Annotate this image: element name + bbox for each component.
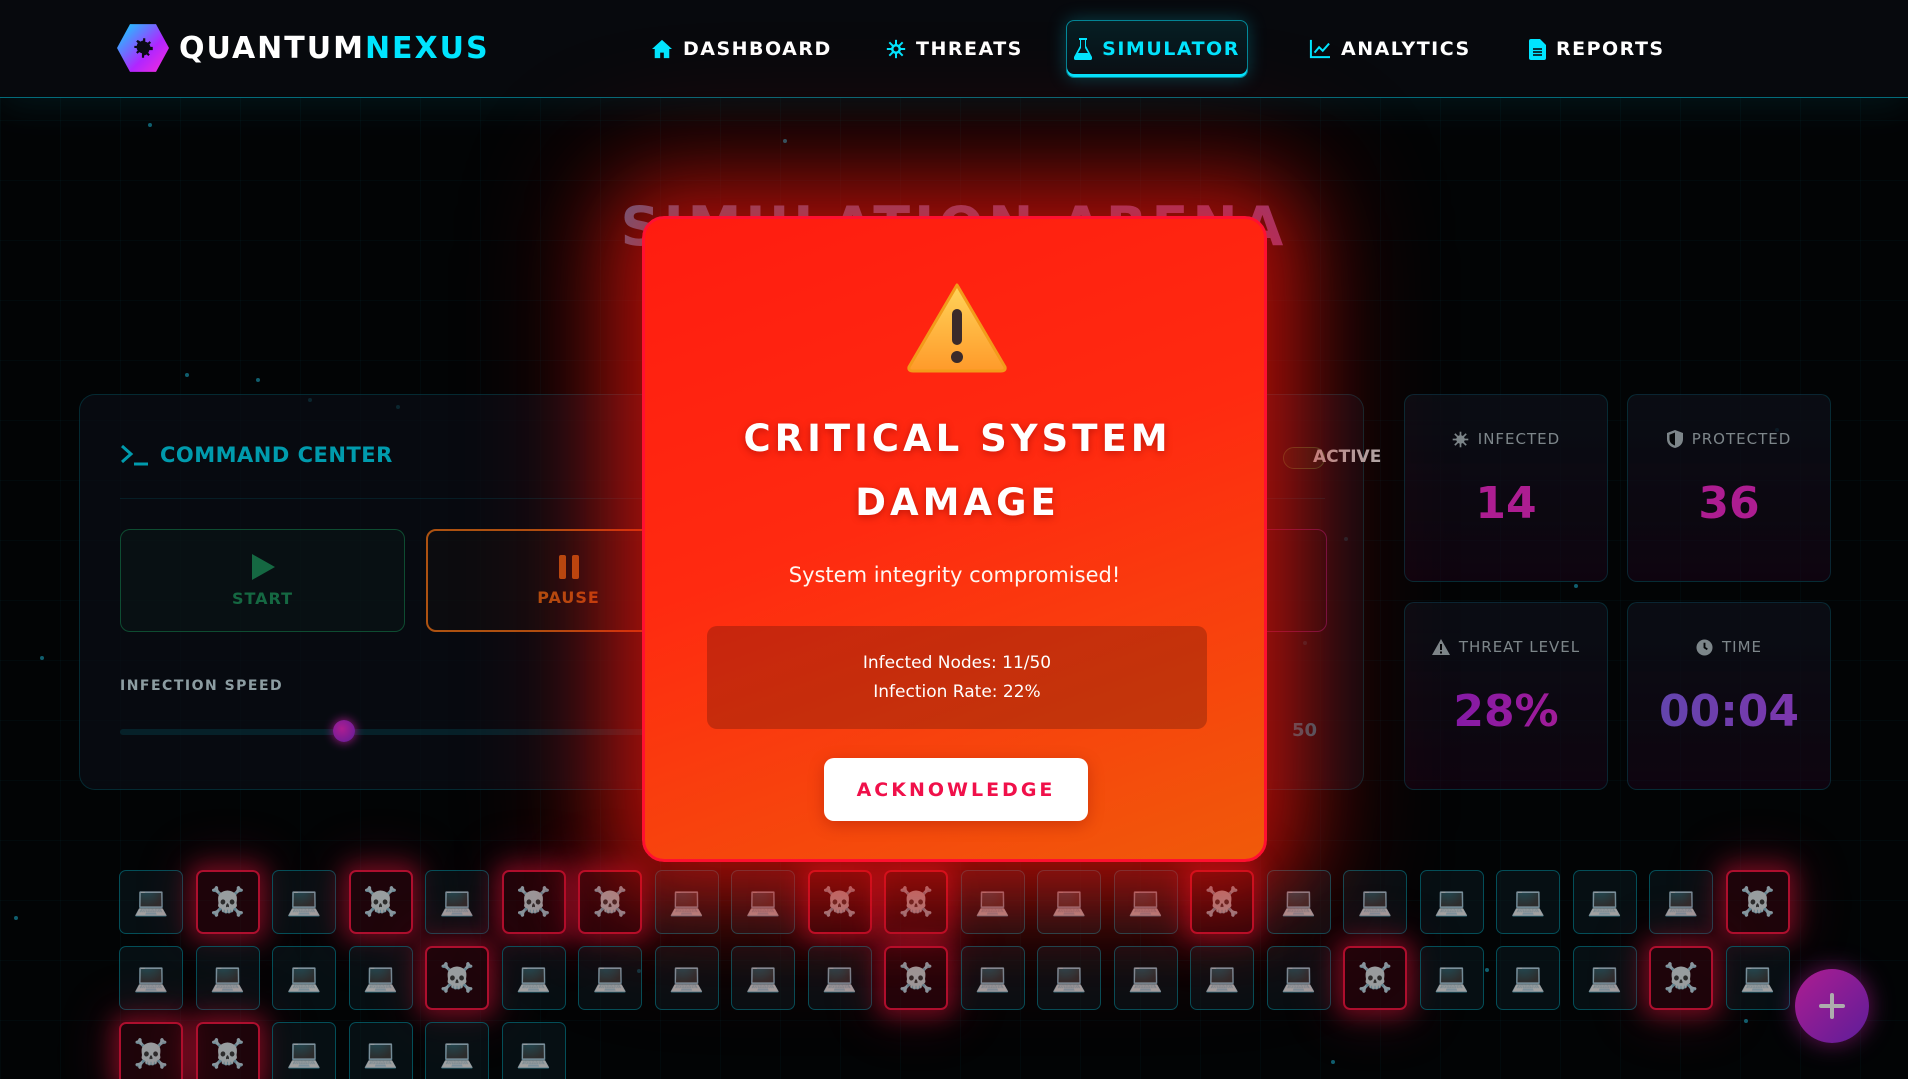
document-icon <box>1529 38 1546 60</box>
nav-simulator[interactable]: SIMULATOR <box>1066 20 1248 78</box>
brand-name-part2: NEXUS <box>364 30 490 66</box>
nav-analytics[interactable]: ANALYTICS <box>1291 20 1489 78</box>
virus-icon <box>886 39 906 59</box>
nav-reports[interactable]: REPORTS <box>1511 20 1683 78</box>
brand-name-part1: QUANTUM <box>179 30 365 66</box>
modal-message: System integrity compromised! <box>788 563 1121 587</box>
infection-rate-text: Infection Rate: 22% <box>873 682 1041 702</box>
nav-threats[interactable]: THREATS <box>868 20 1041 78</box>
modal-title: CRITICAL SYSTEM DAMAGE <box>685 407 1230 535</box>
nav-simulator-label: SIMULATOR <box>1102 38 1240 60</box>
nav-analytics-label: ANALYTICS <box>1341 38 1471 60</box>
top-nav: QUANTUMNEXUS DASHBOARD THREATS SIMULATOR… <box>0 0 1908 98</box>
flask-icon <box>1074 38 1093 60</box>
acknowledge-button[interactable]: ACKNOWLEDGE <box>824 758 1088 821</box>
warning-icon <box>905 281 1009 377</box>
modal-title-line1: CRITICAL SYSTEM <box>743 417 1172 460</box>
modal-info-box: Infected Nodes: 11/50 Infection Rate: 22… <box>707 626 1207 729</box>
nav-dashboard-label: DASHBOARD <box>683 38 832 60</box>
brand-logo[interactable]: QUANTUMNEXUS <box>117 22 490 74</box>
modal-title-line2: DAMAGE <box>855 481 1060 524</box>
critical-damage-modal: CRITICAL SYSTEM DAMAGE System integrity … <box>642 216 1267 862</box>
nav-threats-label: THREATS <box>916 38 1023 60</box>
brand-name: QUANTUMNEXUS <box>179 31 490 66</box>
logo-gear-icon <box>117 24 169 72</box>
home-icon <box>652 39 672 59</box>
chart-line-icon <box>1309 39 1330 59</box>
nav-reports-label: REPORTS <box>1556 38 1665 60</box>
infected-nodes-text: Infected Nodes: 11/50 <box>862 653 1052 673</box>
nav-dashboard[interactable]: DASHBOARD <box>633 20 850 78</box>
